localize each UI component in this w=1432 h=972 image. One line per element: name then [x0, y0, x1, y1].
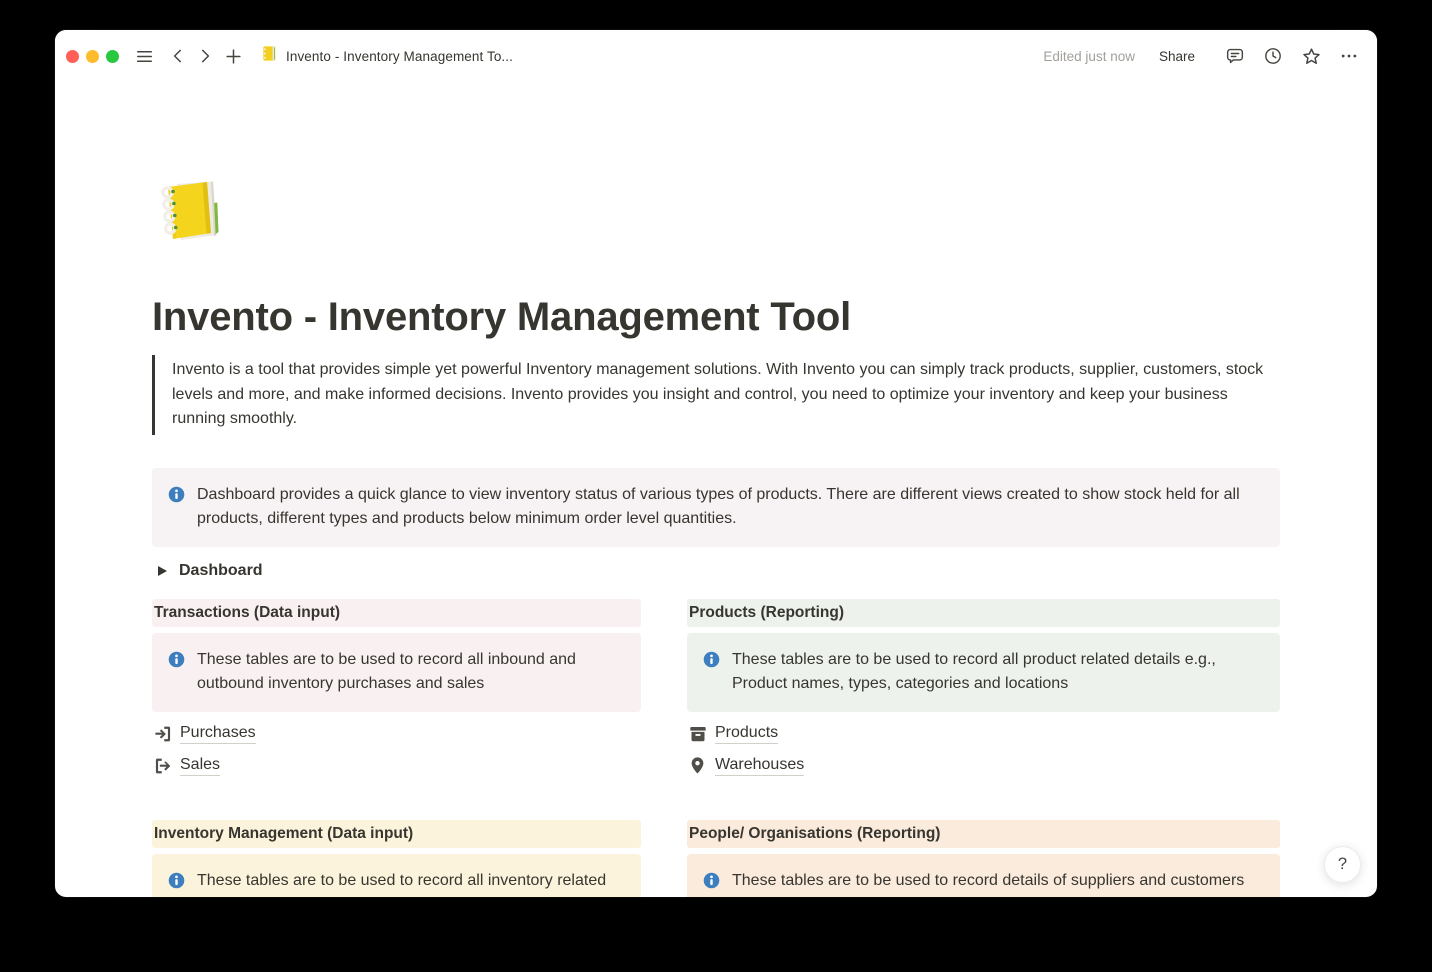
location-pin-icon: [687, 755, 708, 776]
page-link-label: Purchases: [180, 724, 256, 744]
section-inventory-management: Inventory Management (Data input) These …: [152, 820, 641, 898]
traffic-lights: [66, 50, 119, 63]
section-inventory-title: Inventory Management (Data input): [152, 820, 641, 848]
app-window: Invento - Inventory Management To... Edi…: [55, 30, 1377, 897]
section-products-title: Products (Reporting): [687, 599, 1280, 627]
section-transactions-callout: These tables are to be used to record al…: [152, 633, 641, 712]
info-icon: [703, 869, 720, 898]
dashboard-toggle[interactable]: Dashboard: [152, 558, 1280, 584]
page-link-products[interactable]: Products: [687, 720, 1280, 748]
back-icon[interactable]: [166, 44, 190, 68]
export-arrow-icon: [152, 755, 173, 776]
page-link-label: Sales: [180, 756, 220, 776]
share-button[interactable]: Share: [1159, 49, 1195, 64]
page-content: Invento - Inventory Management Tool Inve…: [55, 82, 1377, 897]
section-products-callout-text: These tables are to be used to record al…: [732, 648, 1264, 697]
section-transactions-callout-text: These tables are to be used to record al…: [197, 648, 625, 697]
import-arrow-icon: [152, 723, 173, 744]
more-options-icon[interactable]: [1337, 44, 1361, 68]
dashboard-toggle-label: Dashboard: [179, 562, 263, 580]
archive-box-icon: [687, 723, 708, 744]
titlebar: Invento - Inventory Management To... Edi…: [55, 30, 1377, 82]
page-link-warehouses[interactable]: Warehouses: [687, 752, 1280, 780]
section-people-callout-text: These tables are to be used to record de…: [732, 869, 1244, 898]
notebook-icon: [261, 45, 278, 67]
sidebar-menu-icon[interactable]: [132, 44, 156, 68]
tab-title: Invento - Inventory Management To...: [286, 49, 513, 64]
forward-icon[interactable]: [193, 44, 217, 68]
info-icon: [703, 648, 720, 697]
dashboard-callout-text: Dashboard provides a quick glance to vie…: [197, 483, 1264, 532]
comments-icon[interactable]: [1223, 44, 1247, 68]
zoom-window-button[interactable]: [106, 50, 119, 63]
page-link-label: Products: [715, 724, 778, 744]
page-notebook-icon[interactable]: [152, 175, 228, 251]
page-link-label: Warehouses: [715, 756, 804, 776]
toggle-triangle-icon: [158, 566, 167, 576]
section-products-callout: These tables are to be used to record al…: [687, 633, 1280, 712]
section-people-organisations: People/ Organisations (Reporting) These …: [687, 820, 1280, 898]
sections-grid: Transactions (Data input) These tables a…: [152, 599, 1280, 898]
section-people-title: People/ Organisations (Reporting): [687, 820, 1280, 848]
help-button[interactable]: ?: [1324, 846, 1361, 883]
page-tab[interactable]: Invento - Inventory Management To...: [261, 45, 513, 67]
section-inventory-callout: These tables are to be used to record al…: [152, 854, 641, 898]
intro-quote: Invento is a tool that provides simple y…: [152, 355, 1280, 435]
minimize-window-button[interactable]: [86, 50, 99, 63]
info-icon: [168, 648, 185, 697]
close-window-button[interactable]: [66, 50, 79, 63]
section-products: Products (Reporting) These tables are to…: [687, 599, 1280, 784]
new-tab-icon[interactable]: [221, 44, 245, 68]
section-transactions-title: Transactions (Data input): [152, 599, 641, 627]
dashboard-callout: Dashboard provides a quick glance to vie…: [152, 468, 1280, 547]
page-link-sales[interactable]: Sales: [152, 752, 641, 780]
titlebar-actions: Edited just now Share: [1043, 44, 1361, 68]
page-link-purchases[interactable]: Purchases: [152, 720, 641, 748]
info-icon: [168, 869, 185, 898]
edited-status: Edited just now: [1043, 49, 1135, 64]
favorite-star-icon[interactable]: [1299, 44, 1323, 68]
section-inventory-callout-text: These tables are to be used to record al…: [197, 869, 625, 898]
section-transactions: Transactions (Data input) These tables a…: [152, 599, 641, 784]
section-people-callout: These tables are to be used to record de…: [687, 854, 1280, 898]
page-title: Invento - Inventory Management Tool: [152, 296, 1280, 338]
history-clock-icon[interactable]: [1261, 44, 1285, 68]
info-icon: [168, 483, 185, 532]
